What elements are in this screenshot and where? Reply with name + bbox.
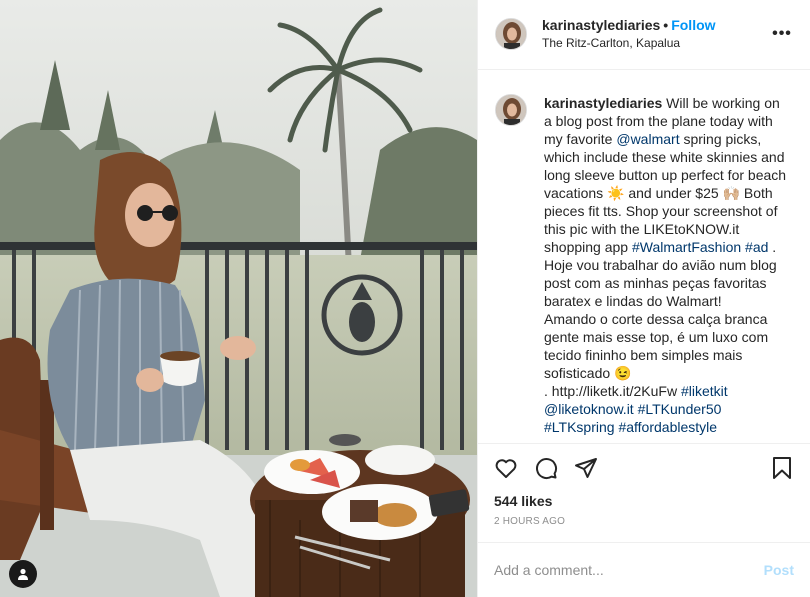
user-tag-icon — [18, 568, 28, 580]
follow-button[interactable]: Follow — [671, 17, 715, 33]
bookmark-icon[interactable] — [770, 456, 794, 480]
post-photo-illustration — [0, 0, 477, 597]
paper-plane-icon[interactable] — [574, 456, 598, 480]
instagram-post: karinastylediaries • Follow The Ritz-Carlt… — [0, 0, 810, 597]
hashtag-affordablestyle[interactable]: #affordablestyle — [618, 419, 717, 435]
comments-section: karinastylediaries Will be working on a … — [478, 70, 810, 443]
caption-author-avatar[interactable] — [495, 93, 527, 126]
likes-count[interactable]: 544 likes — [494, 492, 794, 510]
post-caption: karinastylediaries Will be working on a … — [544, 94, 787, 436]
post-comment-button[interactable]: Post — [764, 562, 794, 578]
comment-box: Post — [478, 542, 810, 597]
mention-walmart[interactable]: @walmart — [616, 131, 679, 147]
hashtag-ltkspring[interactable]: #LTKspring — [544, 419, 615, 435]
comment-input[interactable] — [494, 562, 764, 579]
hashtag-ad[interactable]: #ad — [745, 239, 768, 255]
more-options-icon[interactable]: ••• — [770, 25, 794, 43]
heart-icon[interactable] — [494, 456, 518, 480]
separator-dot: • — [663, 17, 669, 34]
caption-text: . Hoje vou trabalhar do avião num blog p… — [544, 238, 777, 399]
post-photo[interactable] — [0, 0, 477, 597]
post-side-panel: karinastylediaries • Follow The Ritz-Carlt… — [477, 0, 810, 597]
caption-text: spring picks, which include these white … — [544, 130, 790, 255]
post-location[interactable]: The Ritz-Carlton, Kapalua — [542, 34, 770, 52]
caption-username[interactable]: karinastylediaries — [544, 95, 662, 111]
hashtag-liketkit[interactable]: #liketkit — [681, 383, 728, 399]
author-username[interactable]: karinastylediaries — [542, 17, 660, 33]
user-tag-button[interactable] — [9, 560, 37, 588]
mention-liketoknow[interactable]: @liketoknow.it — [544, 401, 634, 417]
header-text: karinastylediaries • Follow The Ritz-Carlt… — [542, 16, 770, 52]
hashtag-ltkunder50[interactable]: #LTKunder50 — [638, 401, 722, 417]
comment-bubble-icon[interactable] — [534, 456, 558, 480]
avatar-image — [496, 19, 526, 50]
actions-bar: 544 likes 2 HOURS AGO — [478, 443, 810, 527]
post-timestamp[interactable]: 2 HOURS AGO — [494, 516, 794, 527]
author-avatar[interactable] — [495, 18, 527, 51]
hashtag-walmartfashion[interactable]: #WalmartFashion — [632, 239, 741, 255]
post-header: karinastylediaries • Follow The Ritz-Carlt… — [478, 0, 810, 70]
avatar-image — [496, 94, 526, 125]
action-icons — [494, 444, 794, 492]
